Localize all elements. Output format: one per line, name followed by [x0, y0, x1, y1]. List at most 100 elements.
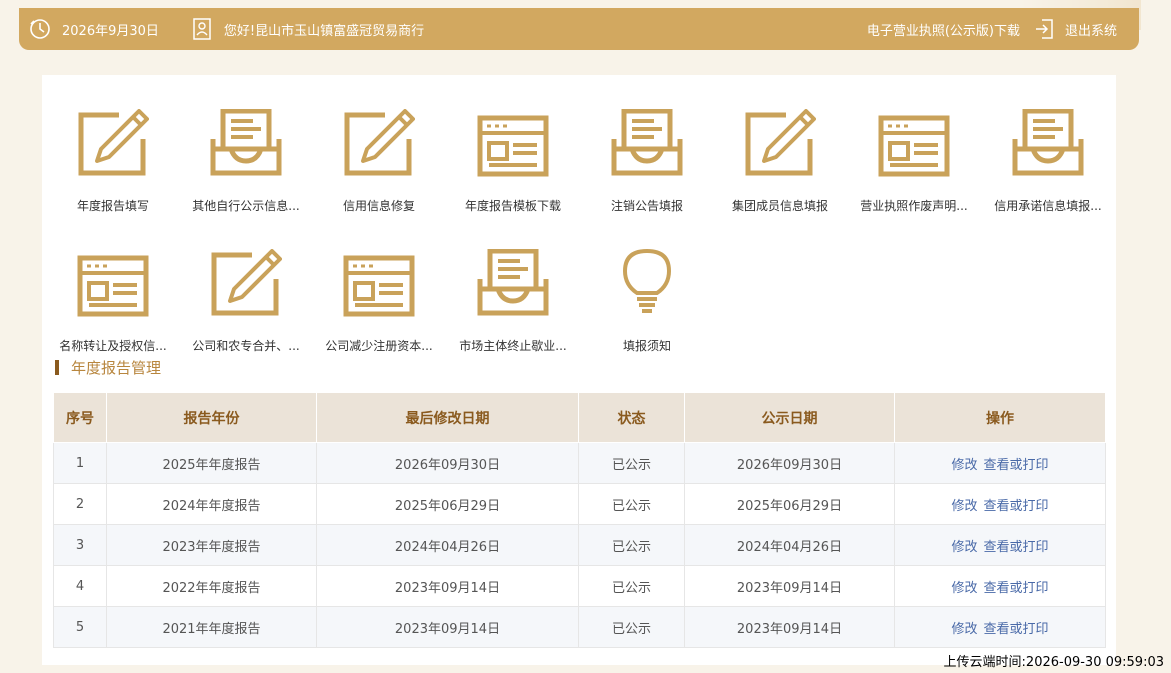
edit-link[interactable]: 修改 [951, 581, 977, 596]
cell-actions: 修改 查看或打印 [894, 606, 1106, 648]
table-row: 4 2022年年度报告 2023年09月14日 已公示 2023年09月14日 修改 查看或… [53, 565, 1106, 607]
cell-actions: 修改 查看或打印 [894, 524, 1106, 566]
table-header-row: 序号 报告年份 最后修改日期 状态 公示日期 操作 [53, 392, 1106, 443]
col-header-actions: 操作 [894, 392, 1106, 443]
function-label: 年度报告填写 [76, 199, 149, 213]
form-window-icon [312, 241, 446, 317]
function-item[interactable]: 填报须知 [580, 241, 714, 354]
function-item[interactable]: 市场主体终止歇业... [446, 241, 580, 354]
cell-status: 已公示 [578, 606, 685, 648]
cell-status: 已公示 [578, 442, 685, 484]
cell-status: 已公示 [578, 483, 685, 525]
function-item[interactable]: 名称转让及授权信... [46, 241, 180, 354]
function-label: 市场主体终止歇业... [459, 339, 567, 353]
edit-pencil-icon [312, 101, 446, 177]
cell-no: 2 [53, 483, 107, 525]
table-row: 3 2023年年度报告 2024年04月26日 已公示 2024年04月26日 修改 查看或… [53, 524, 1106, 566]
function-item[interactable]: 公司减少注册资本... [312, 241, 446, 354]
cell-no: 4 [53, 565, 107, 607]
function-label: 公司和农专合并、... [192, 339, 300, 353]
cell-actions: 修改 查看或打印 [894, 565, 1106, 607]
cell-no: 1 [53, 442, 107, 484]
logout-button[interactable]: 退出系统 [1034, 18, 1117, 40]
table-row: 1 2025年年度报告 2026年09月30日 已公示 2026年09月30日 修改 查看或… [53, 442, 1106, 484]
col-header-year: 报告年份 [106, 392, 317, 443]
edit-pencil-icon [713, 101, 847, 177]
table-row: 2 2024年年度报告 2025年06月29日 已公示 2025年06月29日 修改 查看或… [53, 483, 1106, 525]
section-marker [55, 360, 59, 375]
function-label: 信用承诺信息填报... [994, 199, 1102, 213]
function-item[interactable]: 年度报告模板下载 [446, 101, 580, 214]
function-label: 信用信息修复 [342, 199, 415, 213]
cell-no: 5 [53, 606, 107, 648]
edit-link[interactable]: 修改 [951, 499, 977, 514]
logout-label: 退出系统 [1064, 23, 1117, 39]
view-print-link[interactable]: 查看或打印 [984, 622, 1049, 637]
form-window-icon [446, 101, 580, 177]
col-header-status: 状态 [578, 392, 685, 443]
clock-icon [30, 19, 50, 39]
form-window-icon [847, 101, 981, 177]
table-row: 5 2021年年度报告 2023年09月14日 已公示 2023年09月14日 修改 查看或… [53, 606, 1106, 648]
inbox-tray-icon [981, 101, 1115, 177]
cell-published: 2024年04月26日 [684, 524, 895, 566]
edit-link[interactable]: 修改 [951, 458, 977, 473]
cell-published: 2025年06月29日 [684, 483, 895, 525]
section-header: 年度报告管理 [55, 357, 161, 378]
function-label: 营业执照作废声明... [860, 199, 968, 213]
function-item[interactable]: 公司和农专合并、... [179, 241, 313, 354]
function-item[interactable]: 其他自行公示信息... [179, 101, 313, 214]
cell-status: 已公示 [578, 565, 685, 607]
function-item[interactable]: 集团成员信息填报 [713, 101, 847, 214]
function-item[interactable]: 营业执照作废声明... [847, 101, 981, 214]
function-label: 注销公告填报 [610, 199, 683, 213]
greeting-text: 您好!昆山市玉山镇富盛冠贸易商行 [223, 23, 425, 39]
logout-icon [1035, 19, 1053, 39]
cell-modified: 2025年06月29日 [316, 483, 579, 525]
cell-modified: 2023年09月14日 [316, 565, 579, 607]
view-print-link[interactable]: 查看或打印 [984, 540, 1049, 555]
col-header-modified: 最后修改日期 [316, 392, 579, 443]
edit-pencil-icon [179, 241, 313, 317]
col-header-no: 序号 [53, 392, 107, 443]
date-display: 2026年9月30日 [29, 18, 159, 40]
cell-year: 2025年年度报告 [106, 442, 317, 484]
function-label: 年度报告模板下载 [464, 199, 561, 213]
cell-published: 2023年09月14日 [684, 606, 895, 648]
view-print-link[interactable]: 查看或打印 [984, 458, 1049, 473]
main-panel: 年度报告填写 其他自行公示信息... 信用信息修复 年度报告模板下载 注销公告填… [42, 75, 1116, 665]
function-label: 其他自行公示信息... [192, 199, 300, 213]
cell-published: 2026年09月30日 [684, 442, 895, 484]
inbox-tray-icon [580, 101, 714, 177]
user-card-icon [193, 18, 211, 40]
date-text: 2026年9月30日 [62, 23, 159, 39]
cell-no: 3 [53, 524, 107, 566]
inbox-tray-icon [446, 241, 580, 317]
section-title: 年度报告管理 [71, 359, 162, 377]
view-print-link[interactable]: 查看或打印 [984, 581, 1049, 596]
lightbulb-icon [580, 241, 714, 317]
cell-status: 已公示 [578, 524, 685, 566]
function-item[interactable]: 年度报告填写 [46, 101, 180, 214]
function-item[interactable]: 注销公告填报 [580, 101, 714, 214]
edit-link[interactable]: 修改 [951, 540, 977, 555]
license-download-link[interactable]: 电子营业执照(公示版)下载 [867, 20, 1020, 39]
edit-link[interactable]: 修改 [951, 622, 977, 637]
function-item[interactable]: 信用信息修复 [312, 101, 446, 214]
cell-year: 2023年年度报告 [106, 524, 317, 566]
cell-published: 2023年09月14日 [684, 565, 895, 607]
cell-modified: 2024年04月26日 [316, 524, 579, 566]
edit-pencil-icon [46, 101, 180, 177]
cell-actions: 修改 查看或打印 [894, 442, 1106, 484]
function-label: 名称转让及授权信... [59, 339, 167, 353]
function-label: 公司减少注册资本... [325, 339, 433, 353]
view-print-link[interactable]: 查看或打印 [984, 499, 1049, 514]
col-header-published: 公示日期 [684, 392, 895, 443]
cell-modified: 2026年09月30日 [316, 442, 579, 484]
cell-year: 2022年年度报告 [106, 565, 317, 607]
annual-report-table: 序号 报告年份 最后修改日期 状态 公示日期 操作 1 2025年年度报告 2026… [53, 392, 1106, 648]
cell-year: 2024年年度报告 [106, 483, 317, 525]
function-item[interactable]: 信用承诺信息填报... [981, 101, 1115, 214]
user-greeting: 您好!昆山市玉山镇富盛冠贸易商行 [192, 18, 424, 40]
inbox-tray-icon [179, 101, 313, 177]
